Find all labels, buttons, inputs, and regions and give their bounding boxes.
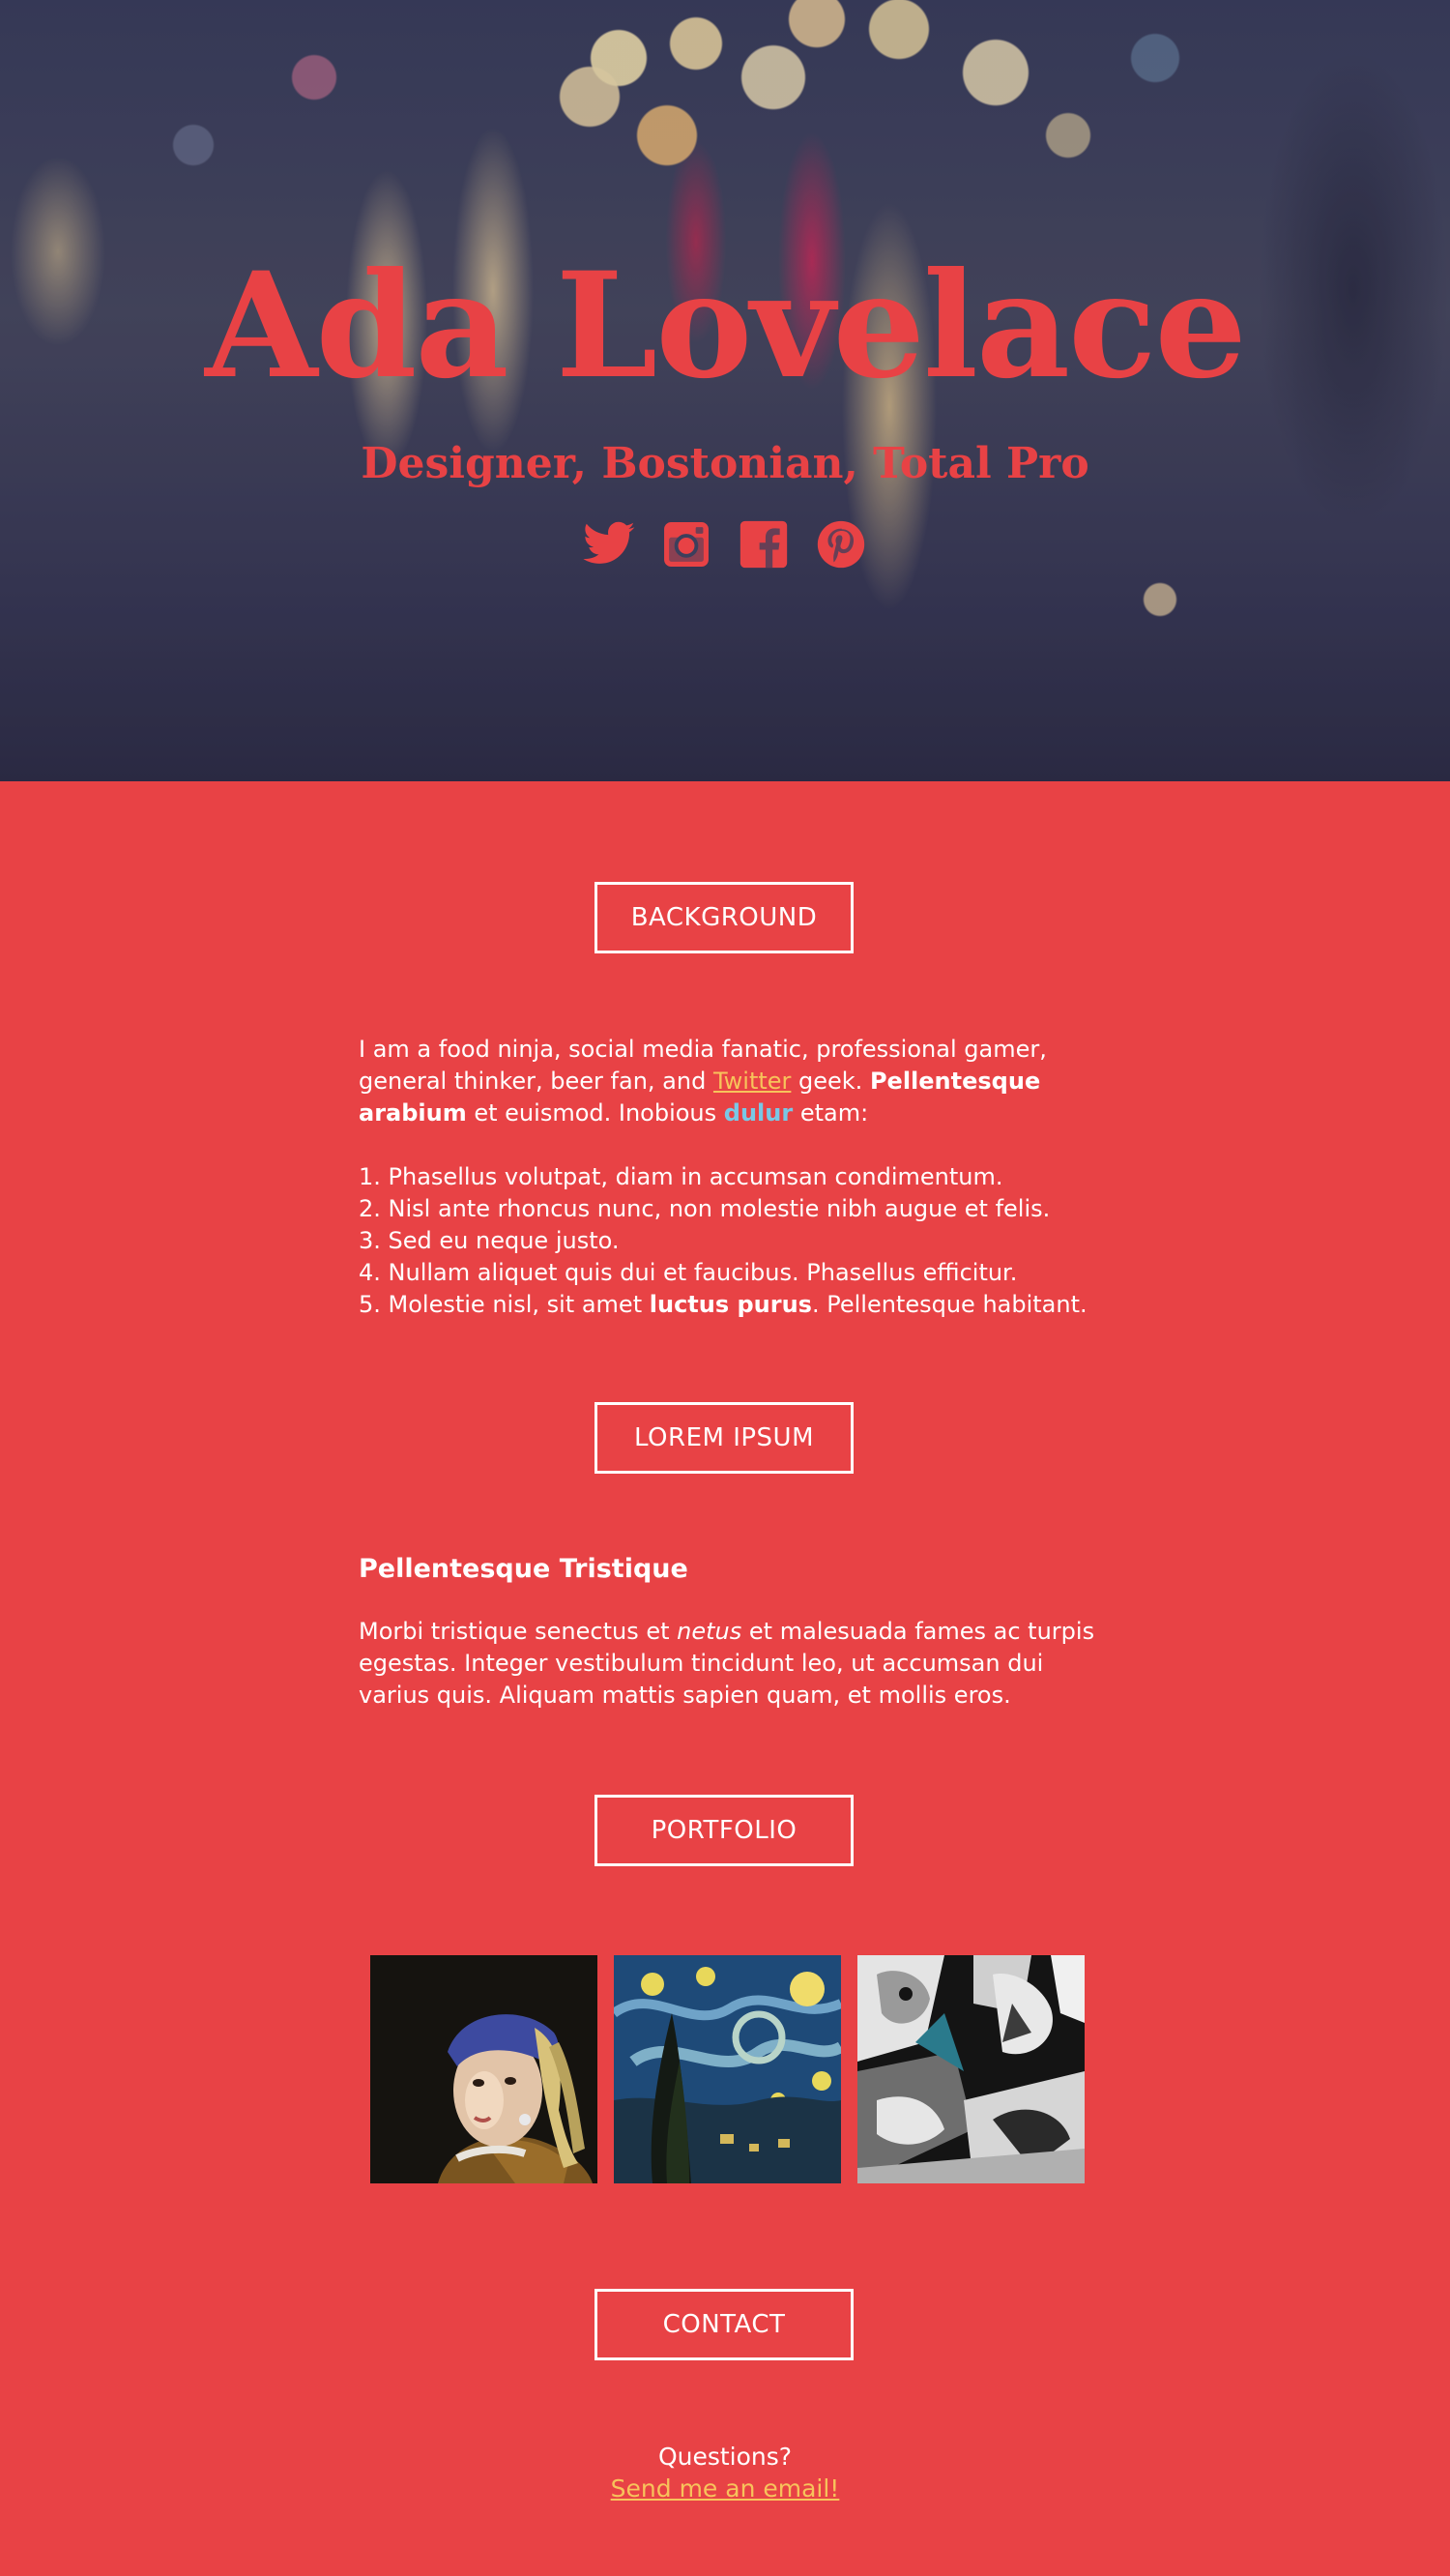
italic-text: netus [677, 1618, 742, 1645]
portrait-painting-image [370, 1955, 597, 2183]
twitter-text-link[interactable]: Twitter [713, 1068, 791, 1095]
dulur-link[interactable]: dulur [724, 1099, 793, 1127]
background-list: 1. Phasellus volutpat, diam in accumsan … [359, 1161, 1113, 1321]
hero-banner: Ada Lovelace Designer, Bostonian, Total … [0, 0, 1450, 781]
contact-section-button[interactable]: CONTACT [594, 2289, 854, 2360]
hero-subtitle: Designer, Bostonian, Total Pro [361, 439, 1089, 488]
portfolio-gallery [370, 1955, 1085, 2183]
abstract-painting-image [857, 1955, 1085, 2183]
lorem-heading: Pellentesque Tristique [359, 1554, 688, 1584]
lorem-paragraph: Morbi tristique senectus et netus et mal… [359, 1616, 1113, 1712]
lorem-text: Pellentesque Tristique Morbi tristique s… [359, 1552, 1113, 1712]
facebook-icon [740, 520, 788, 569]
list-item: 3. Sed eu neque justo. [359, 1227, 620, 1254]
portfolio-section-button[interactable]: PORTFOLIO [594, 1795, 854, 1866]
instagram-link[interactable] [658, 516, 714, 572]
instagram-icon [664, 522, 709, 567]
intro-text: etam: [793, 1099, 869, 1127]
list-item: 1. Phasellus volutpat, diam in accumsan … [359, 1163, 1003, 1190]
list-item-text: 5. Molestie nisl, sit amet [359, 1291, 650, 1318]
list-item: 4. Nullam aliquet quis dui et faucibus. … [359, 1259, 1018, 1286]
portfolio-image-starry-night[interactable] [614, 1955, 841, 2183]
email-link[interactable]: Send me an email! [611, 2474, 840, 2503]
portfolio-image-girl-with-pearl-earring[interactable] [370, 1955, 597, 2183]
portfolio-image-guernica[interactable] [857, 1955, 1085, 2183]
pinterest-link[interactable] [813, 516, 869, 572]
list-item: 5. Molestie nisl, sit amet luctus purus.… [359, 1289, 1113, 1321]
background-text: I am a food ninja, social media fanatic,… [359, 1034, 1113, 1321]
intro-text: et euismod. Inobious [466, 1099, 724, 1127]
background-intro: I am a food ninja, social media fanatic,… [359, 1034, 1113, 1129]
contact-info: Questions? Send me an email! [0, 2441, 1450, 2504]
background-section-button[interactable]: BACKGROUND [594, 882, 854, 953]
twitter-icon [583, 521, 635, 564]
list-item-text: . Pellentesque habitant. [811, 1291, 1088, 1318]
hero-title: Ada Lovelace [205, 241, 1247, 411]
bold-text: luctus purus [649, 1291, 812, 1318]
paragraph-text: Morbi tristique senectus et [359, 1618, 678, 1645]
landscape-painting-image [614, 1955, 841, 2183]
contact-question: Questions? [657, 2443, 793, 2471]
list-item: 2. Nisl ante rhoncus nunc, non molestie … [359, 1195, 1051, 1222]
twitter-link[interactable] [581, 516, 637, 572]
lorem-ipsum-section-button[interactable]: LOREM IPSUM [594, 1402, 854, 1474]
pinterest-icon [817, 520, 865, 569]
intro-text: geek. [791, 1068, 870, 1095]
social-links [0, 516, 1450, 572]
facebook-link[interactable] [736, 516, 792, 572]
